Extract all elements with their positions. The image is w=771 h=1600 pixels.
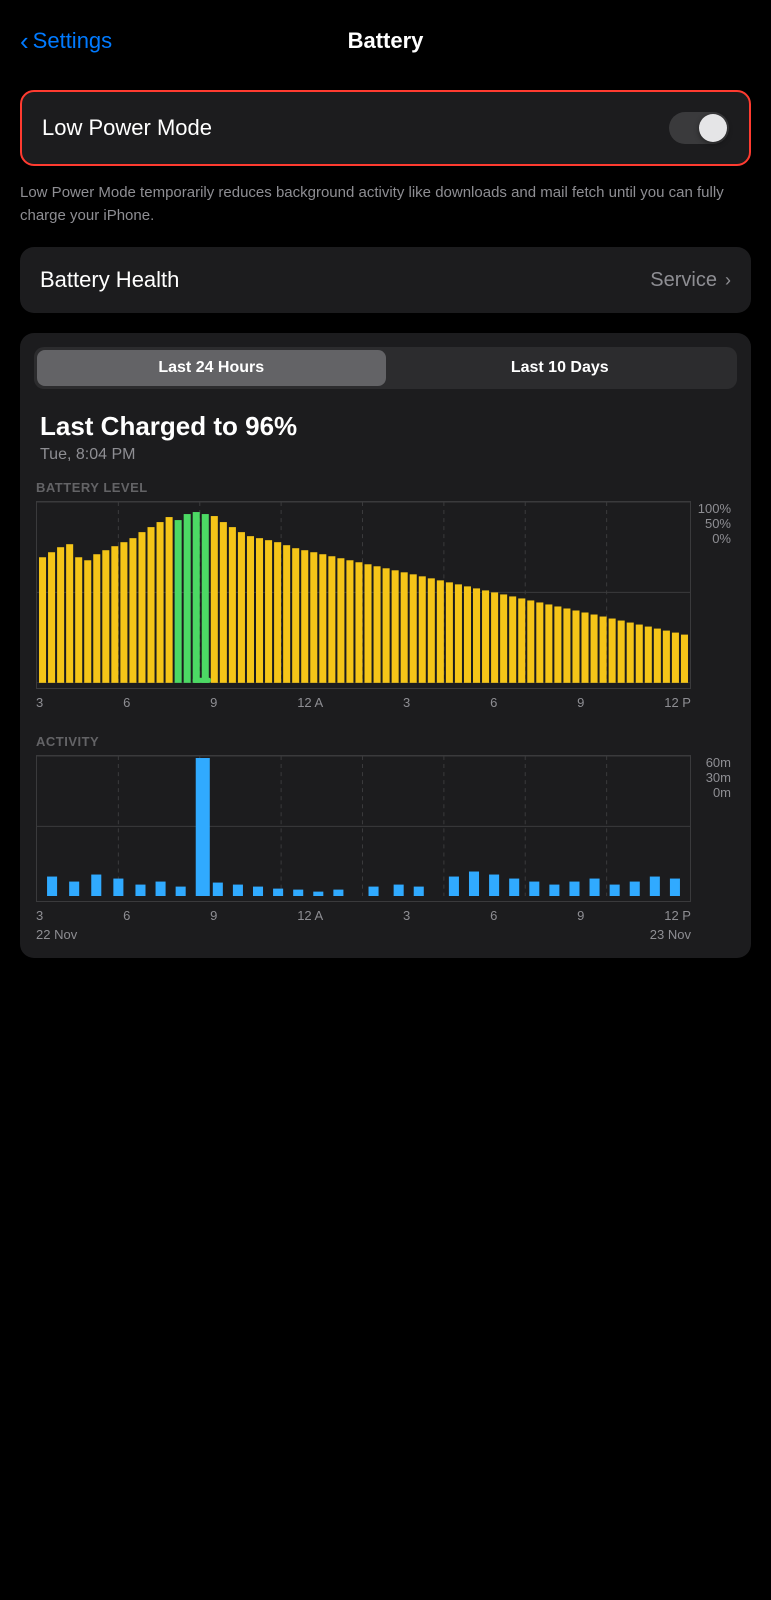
low-power-mode-description: Low Power Mode temporarily reduces backg… [20,182,751,227]
chart-card: Last 24 Hours Last 10 Days Last Charged … [20,333,751,958]
x-label: 9 [210,908,217,923]
x-label: 3 [36,908,43,923]
battery-health-right: Service › [650,269,731,292]
back-chevron-icon: ‹ [20,28,29,54]
x-label: 6 [490,695,497,710]
x-label: 3 [403,695,410,710]
date-label-left: 22 Nov [36,927,77,942]
x-label: 6 [490,908,497,923]
low-power-mode-toggle[interactable] [669,112,729,144]
activity-chart [36,755,691,903]
battery-y-axis: 100% 50% 0% [691,501,735,546]
battery-health-row[interactable]: Battery Health Service › [20,247,751,313]
activity-y-axis: 60m 30m 0m [691,755,735,800]
x-label: 6 [123,695,130,710]
x-label: 3 [403,908,410,923]
battery-health-status: Service [650,269,717,292]
header: ‹ Settings Battery [0,0,771,74]
x-label: 3 [36,695,43,710]
x-label: 9 [577,695,584,710]
x-label: 9 [210,695,217,710]
low-power-mode-card: Low Power Mode [20,90,751,166]
x-label: 12 P [664,695,691,710]
battery-health-card[interactable]: Battery Health Service › [20,247,751,313]
x-label: 12 A [297,695,323,710]
battery-level-section: BATTERY LEVEL [20,480,751,710]
page-title: Battery [348,28,424,54]
tab-last-10-days[interactable]: Last 10 Days [386,350,735,386]
x-label: 9 [577,908,584,923]
x-label: 12 A [297,908,323,923]
x-label: 6 [123,908,130,923]
battery-level-label: BATTERY LEVEL [36,480,735,495]
activity-section: ACTIVITY [20,734,751,943]
back-button[interactable]: ‹ Settings [20,28,112,54]
activity-label: ACTIVITY [36,734,735,749]
chevron-right-icon: › [725,270,731,291]
low-power-mode-row[interactable]: Low Power Mode [22,92,749,164]
low-power-mode-label: Low Power Mode [42,115,212,141]
charge-title: Last Charged to 96% [40,411,731,442]
charge-subtitle: Tue, 8:04 PM [40,446,731,464]
battery-level-chart [36,501,691,689]
tab-selector: Last 24 Hours Last 10 Days [34,347,737,389]
charge-info: Last Charged to 96% Tue, 8:04 PM [20,403,751,480]
date-label-right: 23 Nov [650,927,691,942]
battery-health-label: Battery Health [40,267,179,293]
back-label: Settings [33,28,113,54]
x-label: 12 P [664,908,691,923]
tab-last-24-hours[interactable]: Last 24 Hours [37,350,386,386]
toggle-thumb [699,114,727,142]
